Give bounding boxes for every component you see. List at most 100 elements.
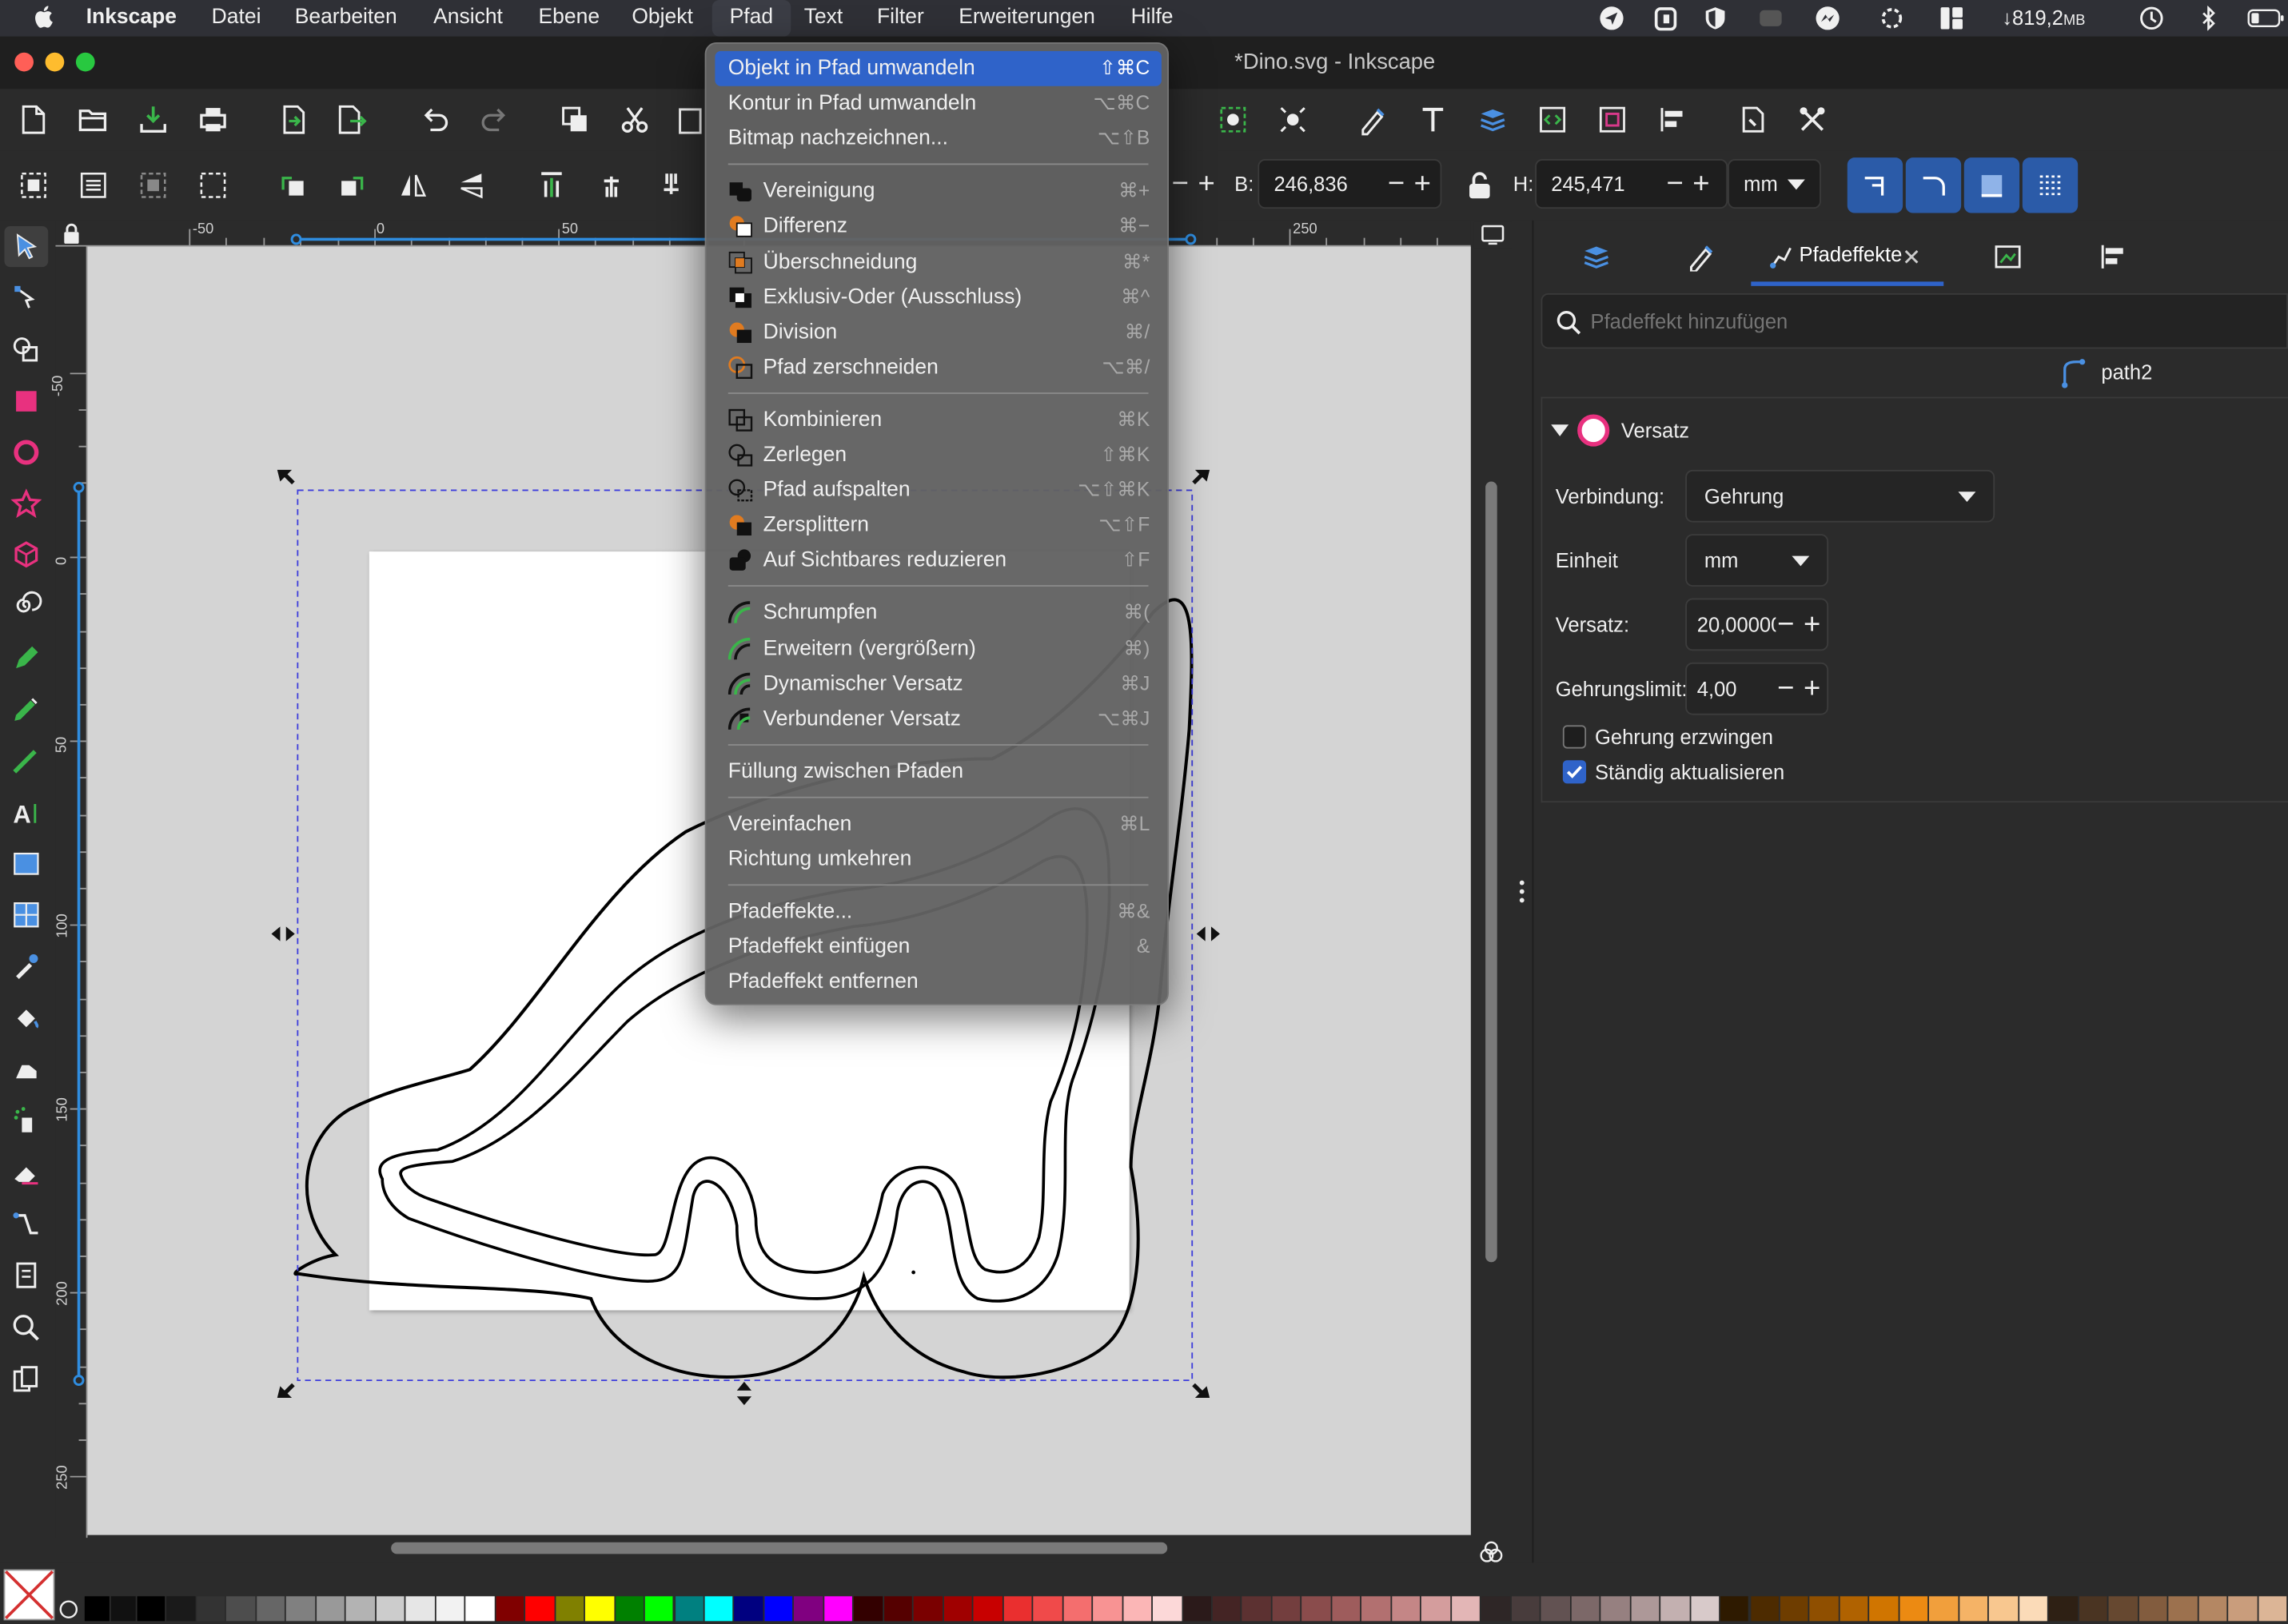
app-menu[interactable]: Inkscape bbox=[74, 0, 189, 37]
star-tool-icon[interactable] bbox=[10, 488, 42, 519]
palette-swatch[interactable] bbox=[197, 1596, 225, 1622]
fill-stroke-icon[interactable] bbox=[1357, 104, 1389, 136]
move-gradients-toggle[interactable] bbox=[1963, 157, 2020, 213]
palette-swatch[interactable] bbox=[943, 1596, 973, 1622]
gradient-tool-icon[interactable] bbox=[10, 848, 42, 880]
palette-swatch[interactable] bbox=[1033, 1596, 1062, 1622]
spiral-tool-icon[interactable] bbox=[10, 591, 42, 623]
menu-item[interactable]: Überschneidung ⌘* bbox=[715, 245, 1162, 280]
palette-swatch[interactable] bbox=[973, 1596, 1002, 1622]
palette-swatch[interactable] bbox=[1600, 1596, 1630, 1622]
pages-tool-icon[interactable] bbox=[10, 1260, 42, 1292]
menu-item[interactable]: Kontur in Pfad umwandeln ⌥⌘C bbox=[715, 86, 1162, 121]
select-all-icon[interactable] bbox=[18, 169, 50, 201]
palette-swatch[interactable] bbox=[1690, 1596, 1720, 1622]
palette-swatch[interactable] bbox=[405, 1596, 435, 1622]
scale-corners-toggle[interactable] bbox=[1905, 157, 1962, 213]
symbols-icon[interactable] bbox=[1596, 104, 1628, 136]
menu-item[interactable]: Erweitern (vergrößern) ⌘) bbox=[715, 631, 1162, 667]
palette-swatch[interactable] bbox=[914, 1596, 943, 1622]
miter-limit-field[interactable]: 4,00 − + bbox=[1685, 662, 1829, 715]
menu-datei[interactable]: Datei bbox=[200, 0, 273, 37]
height-field-increment[interactable]: + bbox=[1692, 169, 1709, 199]
copy-icon[interactable] bbox=[559, 104, 591, 136]
scale-stroke-toggle[interactable] bbox=[1847, 157, 1903, 213]
select-same-icon[interactable] bbox=[197, 169, 229, 201]
menu-item[interactable]: Schrumpfen ⌘( bbox=[715, 596, 1162, 631]
export-icon[interactable] bbox=[336, 104, 368, 136]
palette-swatch[interactable] bbox=[644, 1596, 674, 1622]
palette-swatch[interactable] bbox=[376, 1596, 405, 1622]
tweak-tool-icon[interactable] bbox=[10, 1053, 42, 1085]
palette-swatch[interactable] bbox=[675, 1596, 704, 1622]
lower-icon[interactable] bbox=[656, 169, 688, 201]
palette-swatch[interactable] bbox=[1301, 1596, 1331, 1622]
horizontal-scrollbar[interactable] bbox=[391, 1542, 1168, 1554]
panel-handle-icon[interactable] bbox=[1512, 875, 1533, 907]
menu-item[interactable]: Division ⌘/ bbox=[715, 315, 1162, 350]
width-decrement-button[interactable]: − bbox=[1172, 169, 1189, 199]
palette-swatch[interactable] bbox=[1062, 1596, 1092, 1622]
palette-swatch[interactable] bbox=[436, 1596, 464, 1622]
ungroup-icon[interactable] bbox=[1277, 104, 1309, 136]
navigation-icon[interactable] bbox=[1599, 6, 1624, 30]
layers-icon[interactable] bbox=[1477, 104, 1509, 136]
palette-swatch[interactable] bbox=[1272, 1596, 1301, 1622]
tab-layers[interactable] bbox=[1567, 228, 1625, 286]
palette-swatch[interactable] bbox=[166, 1596, 196, 1622]
flip-horizontal-icon[interactable] bbox=[397, 169, 429, 201]
search-input[interactable] bbox=[1590, 306, 2233, 336]
palette-swatch[interactable] bbox=[734, 1596, 763, 1622]
raise-icon[interactable] bbox=[596, 169, 628, 201]
shape-builder-icon[interactable] bbox=[10, 332, 42, 364]
unit-dropdown[interactable]: mm bbox=[1728, 159, 1821, 209]
zoom-tool-icon[interactable] bbox=[10, 1312, 42, 1343]
palette-swatch[interactable] bbox=[1093, 1596, 1122, 1622]
menu-item[interactable]: Zerlegen ⇧⌘K bbox=[715, 438, 1162, 473]
menu-item[interactable]: Pfadeffekt einfügen & bbox=[715, 929, 1162, 965]
palette-swatch[interactable] bbox=[1959, 1596, 1988, 1622]
palette-swatch[interactable] bbox=[465, 1596, 495, 1622]
menu-item[interactable]: Pfad zerschneiden ⌥⌘/ bbox=[715, 350, 1162, 385]
color-managed-icon[interactable] bbox=[1478, 1539, 1505, 1566]
window-layout-icon[interactable] bbox=[1939, 6, 1964, 30]
palette-swatch[interactable] bbox=[1391, 1596, 1421, 1622]
display-mode-button[interactable] bbox=[1473, 221, 1512, 249]
menu-item[interactable]: Vereinfachen ⌘L bbox=[715, 806, 1162, 842]
pencil-tool-icon[interactable] bbox=[10, 642, 42, 674]
palette-swatch[interactable] bbox=[1750, 1596, 1779, 1622]
pen-tool-icon[interactable] bbox=[10, 693, 42, 725]
tab-align[interactable] bbox=[2083, 228, 2142, 286]
palette-swatch[interactable] bbox=[1541, 1596, 1570, 1622]
lock-guides-icon[interactable] bbox=[62, 222, 82, 245]
rotate-cw-icon[interactable] bbox=[336, 169, 368, 201]
zoom-window-button[interactable] bbox=[75, 52, 95, 72]
collapse-triangle-icon[interactable] bbox=[1551, 424, 1569, 436]
palette-swatch[interactable] bbox=[1929, 1596, 1959, 1622]
ellipse-tool-icon[interactable] bbox=[10, 436, 42, 468]
palette-swatch[interactable] bbox=[1720, 1596, 1749, 1622]
deselect-icon[interactable] bbox=[138, 169, 169, 201]
palette-swatch[interactable] bbox=[794, 1596, 823, 1622]
palette-swatch[interactable] bbox=[1481, 1596, 1510, 1622]
menu-item[interactable]: Kombinieren ⌘K bbox=[715, 403, 1162, 438]
palette-swatch[interactable] bbox=[1361, 1596, 1391, 1622]
document-properties-icon[interactable] bbox=[1736, 104, 1768, 136]
palette-swatch[interactable] bbox=[764, 1596, 793, 1622]
xml-editor-icon[interactable] bbox=[1537, 104, 1569, 136]
palette-swatch[interactable] bbox=[1660, 1596, 1689, 1622]
palette-swatch[interactable] bbox=[2228, 1596, 2257, 1622]
menu-item[interactable]: Exklusiv-Oder (Ausschluss) ⌘^ bbox=[715, 280, 1162, 315]
import-icon[interactable] bbox=[277, 104, 309, 136]
palette-swatch[interactable] bbox=[2198, 1596, 2227, 1622]
bluetooth-icon[interactable] bbox=[2196, 6, 2221, 31]
palette-swatch[interactable] bbox=[2139, 1596, 2167, 1622]
palette-swatch[interactable] bbox=[1182, 1596, 1211, 1622]
clipboard-icon[interactable] bbox=[1653, 6, 1678, 31]
palette-swatch[interactable] bbox=[2258, 1596, 2287, 1622]
no-paint-swatch[interactable] bbox=[3, 1569, 56, 1622]
lock-ratio-icon[interactable] bbox=[1464, 169, 1496, 201]
close-window-button[interactable] bbox=[14, 52, 34, 72]
palette-swatch[interactable] bbox=[1421, 1596, 1450, 1622]
mesh-tool-icon[interactable] bbox=[10, 899, 42, 931]
